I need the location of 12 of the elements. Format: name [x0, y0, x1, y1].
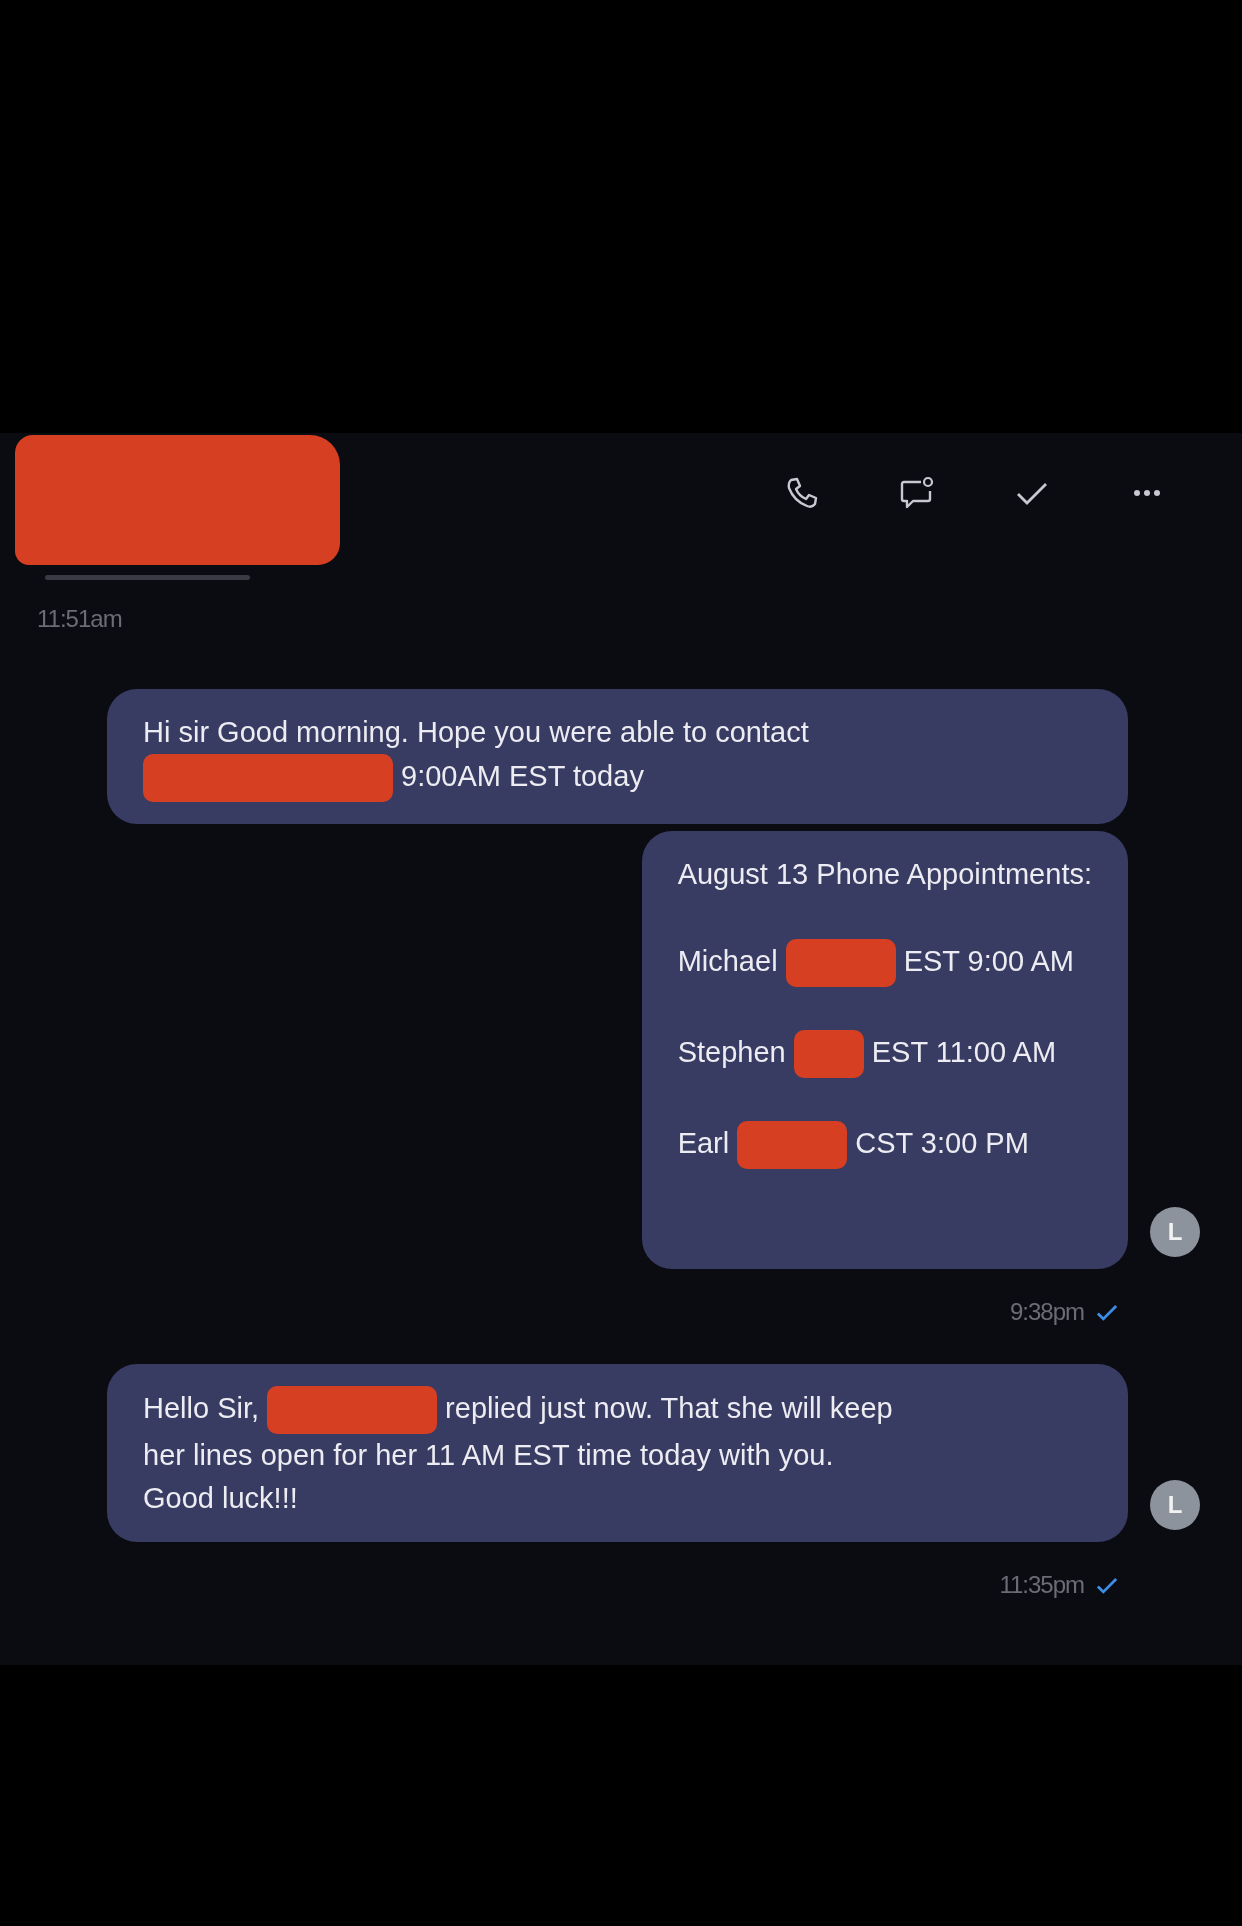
message-line: Stephen EST 11:00 AM — [677, 1030, 1092, 1078]
avatar: L — [1150, 1480, 1200, 1530]
message-line: Earl CST 3:00 PM — [677, 1121, 1092, 1169]
message-line: August 13 Phone Appointments: — [677, 857, 1092, 892]
timestamp: 11:51am — [37, 605, 122, 632]
timestamp: 9:38pm — [1009, 1298, 1084, 1326]
message-line: Michael EST 9:00 AM — [677, 939, 1092, 987]
timestamp: 11:35pm — [999, 1571, 1084, 1599]
message-text: Hi sir Good morning. Hope you were able to contact 9:00AM EST today — [143, 711, 1092, 802]
redaction-mark — [793, 1030, 864, 1078]
avatar: L — [1150, 1207, 1200, 1257]
message-text: Hello Sir, replied just now. That she will keep her lines open for her 11 AM EST time today with you. Good luck!!! — [143, 1386, 1092, 1520]
